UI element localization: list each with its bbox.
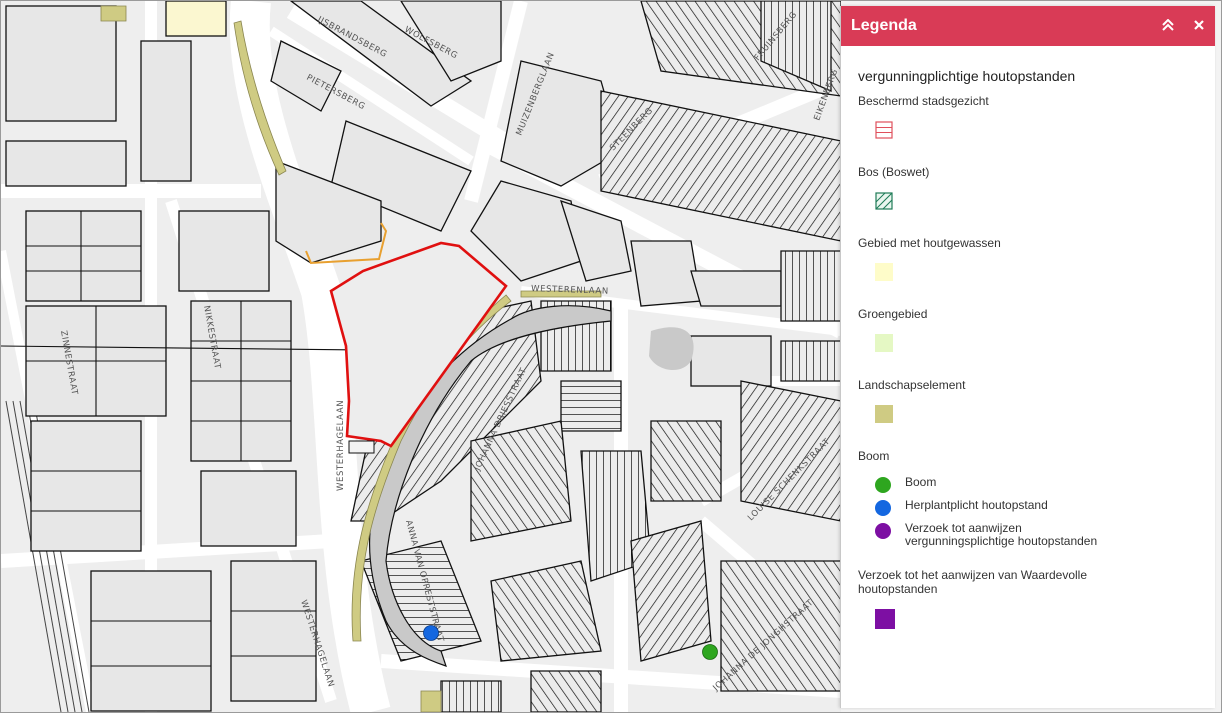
legend-item-label: Verzoek tot aanwijzen vergunningsplichti… — [905, 521, 1098, 548]
group-label-beschermd: Beschermd stadsgezicht — [858, 94, 989, 108]
red-grid-swatch-icon — [875, 121, 893, 139]
legend-item-label: Herplantplicht houtopstand — [905, 498, 1048, 512]
group-label-bos: Bos (Boswet) — [858, 165, 930, 179]
swatch-row-bos — [875, 192, 1215, 214]
legend-item-verzoek: Verzoek tot aanwijzen vergunningsplichti… — [875, 522, 1215, 548]
legend-item-herplantplicht: Herplantplicht houtopstand — [875, 499, 1215, 516]
group-label-boom: Boom — [858, 449, 890, 463]
green-dot-icon — [875, 477, 891, 493]
swatch-row-groengebied — [875, 334, 1215, 356]
group-label-waardevol: Verzoek tot het aanwijzen van Waardevoll… — [858, 568, 1088, 596]
legend-item-label: Boom — [905, 475, 937, 489]
legend-header: Legenda — [841, 6, 1215, 46]
legend-title: Legenda — [851, 17, 917, 34]
swatch-row-landschapselement — [875, 405, 1215, 427]
map-canvas[interactable]: IJSBRANDSBERG WOLFSBERG PIETERSBERG MUIZ… — [1, 1, 841, 712]
olive-swatch-icon — [875, 405, 893, 423]
herplantplicht-marker[interactable] — [423, 625, 439, 641]
blue-dot-icon — [875, 500, 891, 516]
legend-header-buttons — [1161, 18, 1205, 34]
group-label-gebied: Gebied met houtgewassen — [858, 236, 1001, 250]
swatch-row-gebied — [875, 263, 1215, 285]
swatch-row-beschermd — [875, 121, 1215, 143]
purple-square-icon — [875, 609, 895, 629]
double-chevron-up-icon[interactable] — [1161, 18, 1175, 34]
green-hatch-swatch-icon — [875, 192, 893, 210]
group-label-groengebied: Groengebied — [858, 307, 928, 321]
group-label-landschapselement: Landschapselement — [858, 378, 966, 392]
light-green-swatch-icon — [875, 334, 893, 352]
legend-body: vergunningplichtige houtopstanden Besche… — [841, 46, 1215, 631]
purple-dot-icon — [875, 523, 891, 539]
boom-marker[interactable] — [702, 644, 718, 660]
legend-item-boom: Boom — [875, 476, 1215, 493]
layer-title: vergunningplichtige houtopstanden — [858, 68, 1076, 84]
close-icon[interactable] — [1193, 19, 1205, 34]
legend-panel: Legenda vergunningplichtige houtopstande… — [840, 6, 1215, 708]
pond — [649, 327, 694, 371]
svg-text:WESTERHAGELAAN: WESTERHAGELAAN — [336, 400, 346, 491]
swatch-row-waardevol — [875, 609, 1215, 631]
map-viewer: IJSBRANDSBERG WOLFSBERG PIETERSBERG MUIZ… — [0, 0, 1222, 713]
yellow-fill-swatch-icon — [875, 263, 893, 281]
